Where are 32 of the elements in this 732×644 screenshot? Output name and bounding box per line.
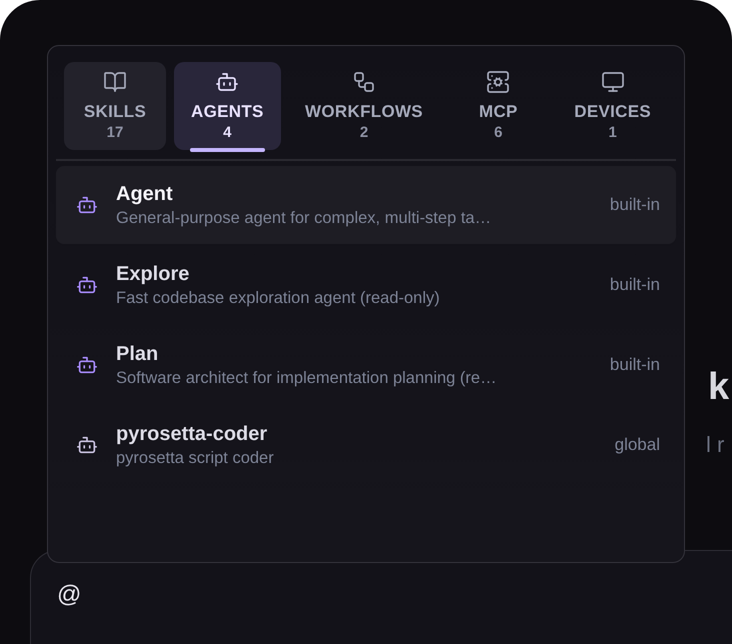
book-icon <box>103 70 127 94</box>
agent-scope: built-in <box>610 195 660 215</box>
agent-scope: built-in <box>610 355 660 375</box>
agent-item[interactable]: pyrosetta-coder pyrosetta script coder global <box>56 406 676 484</box>
robot-icon <box>76 354 98 376</box>
background-subtitle: l r <box>706 432 724 458</box>
agent-name: Plan <box>116 342 160 366</box>
agent-item[interactable]: Agent General-purpose agent for complex, multi-step ta… built-in <box>56 166 676 244</box>
agent-item[interactable]: Explore Fast codebase exploration agent (read-only) built-in <box>56 246 676 324</box>
category-tab[interactable]: SKILLS 17 <box>64 62 166 150</box>
category-tab[interactable]: DEVICES 1 <box>557 62 668 150</box>
robot-icon <box>76 274 98 296</box>
agent-description: Fast codebase exploration agent (read-only) <box>116 288 441 308</box>
agent-name: pyrosetta-coder <box>116 422 268 446</box>
monitor-icon <box>600 70 625 94</box>
agent-item[interactable]: Plan Software architect for implementation planning (re… built-in <box>56 326 676 404</box>
agent-scope: global <box>614 435 660 455</box>
agent-scope: built-in <box>610 275 660 295</box>
agent-name: Explore <box>116 262 190 286</box>
agent-description: Software architect for implementation planning (re… <box>116 368 498 388</box>
input-text: @ <box>57 581 82 609</box>
agent-description: General-purpose agent for complex, multi-step ta… <box>116 208 492 228</box>
robot-icon <box>76 194 98 216</box>
category-tab[interactable]: WORKFLOWS 2 <box>288 62 440 150</box>
background-heading: k <box>708 366 730 409</box>
flowchart-icon <box>352 70 376 94</box>
agent-name: Agent <box>116 182 174 206</box>
category-tab[interactable]: MCP 6 <box>447 62 550 150</box>
robot-icon <box>215 70 240 94</box>
agent-description: pyrosetta script coder <box>116 448 275 468</box>
robot-icon <box>76 434 98 456</box>
category-tab[interactable]: AGENTS 4 <box>174 62 281 150</box>
